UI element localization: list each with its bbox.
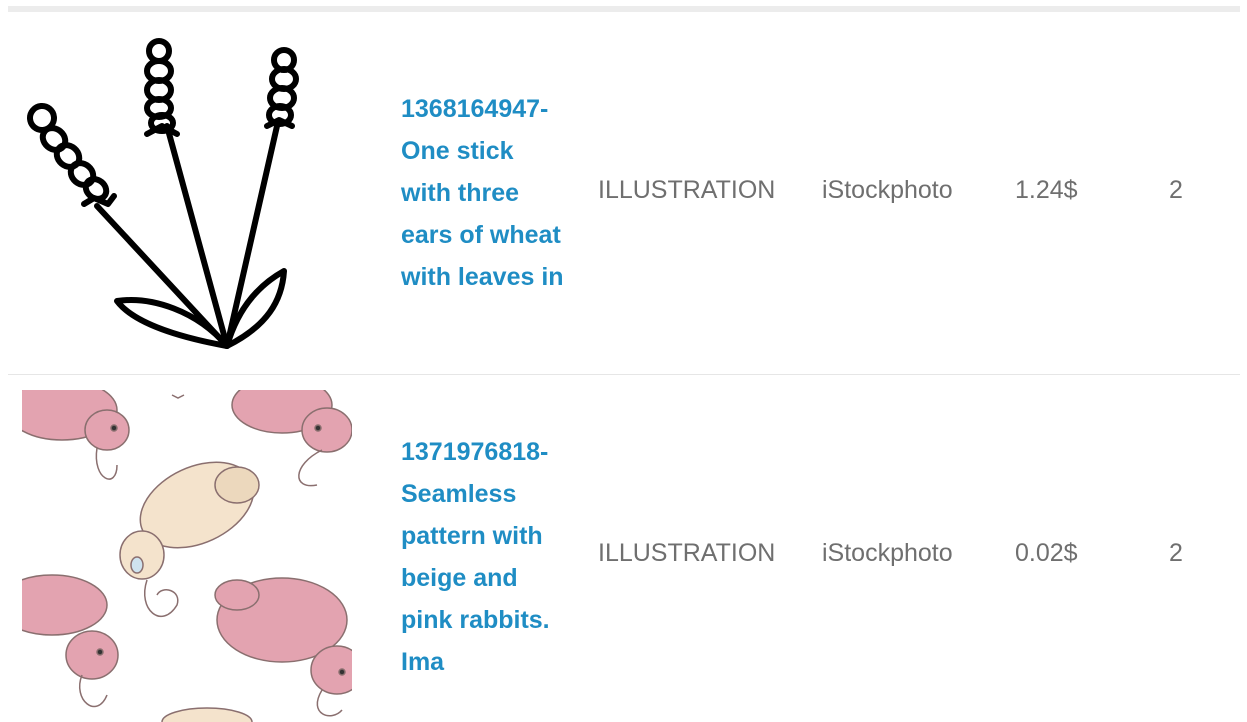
item-price: 1.24$ — [1015, 176, 1078, 204]
rabbit-pattern-icon — [22, 390, 352, 722]
item-source: iStockphoto — [822, 176, 953, 204]
rabbit-pattern-illustration-thumbnail[interactable] — [22, 390, 352, 722]
item-type: ILLUSTRATION — [598, 539, 776, 567]
item-title-link[interactable]: 1368164947- One stick with three ears of… — [401, 88, 581, 298]
item-title-link[interactable]: 1371976818- Seamless pattern with beige … — [401, 431, 581, 683]
item-count: 2 — [1169, 539, 1183, 567]
wheat-icon — [27, 38, 299, 349]
item-price: 0.02$ — [1015, 539, 1078, 567]
table-row: 1371976818- Seamless pattern with beige … — [8, 374, 1240, 722]
table-row: 1368164947- One stick with three ears of… — [8, 12, 1240, 374]
item-type: ILLUSTRATION — [598, 176, 776, 204]
item-source: iStockphoto — [822, 539, 953, 567]
item-count: 2 — [1169, 176, 1183, 204]
wheat-stick-illustration-thumbnail[interactable] — [22, 26, 352, 358]
